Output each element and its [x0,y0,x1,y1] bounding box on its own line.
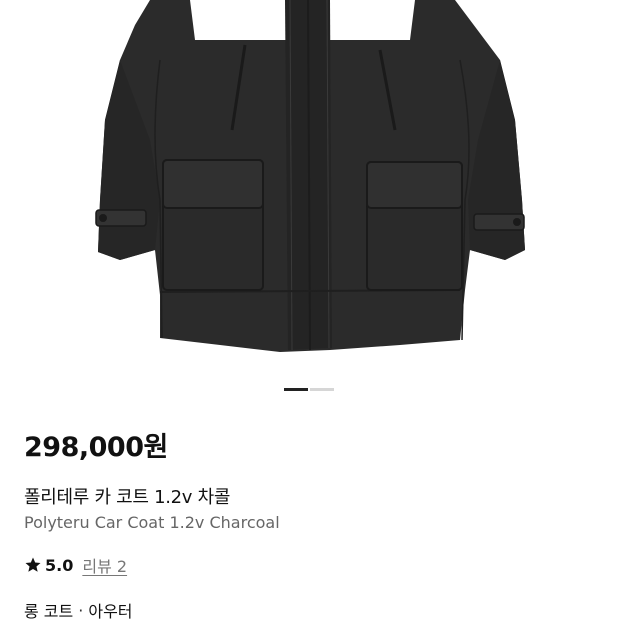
product-image[interactable] [0,0,620,370]
rating-score: 5.0 [45,555,74,575]
product-price: 298,000원 [24,432,168,463]
product-title-korean: 폴리테루 카 코트 1.2v 차콜 [24,487,231,508]
carousel-indicator [284,388,334,391]
breadcrumb-separator: · [78,600,84,620]
category-link-long-coat[interactable]: 롱 코트 [24,598,73,620]
product-title-english: Polyteru Car Coat 1.2v Charcoal [24,513,280,532]
carousel-dot-active[interactable] [284,388,308,391]
breadcrumb: 롱 코트 · 아우터 [24,598,133,620]
star-icon [25,557,41,572]
product-detail-page: 298,000원 폴리테루 카 코트 1.2v 차콜 Polyteru Car … [0,0,620,620]
product-rating: 5.0 리뷰 2 [24,553,127,577]
reviews-link[interactable]: 리뷰 2 [82,553,127,577]
coat-illustration [95,0,525,352]
carousel-dot[interactable] [310,388,334,391]
category-link-outer[interactable]: 아우터 [88,598,132,620]
